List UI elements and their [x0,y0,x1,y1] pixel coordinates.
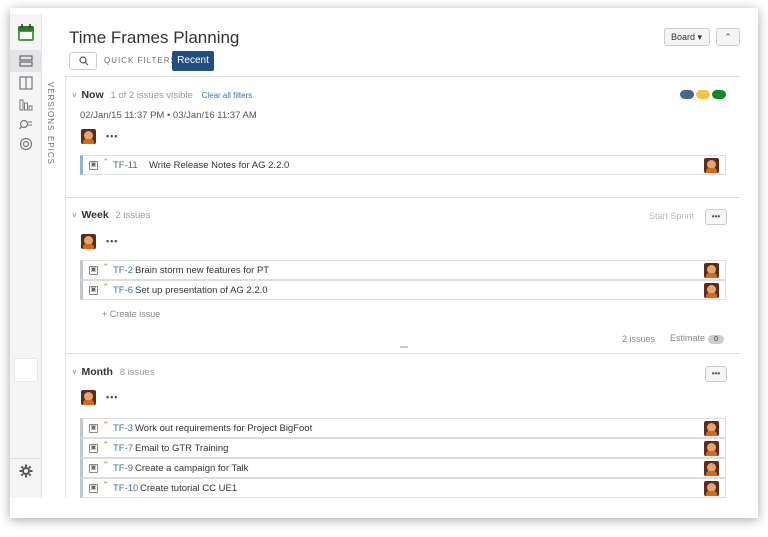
avatar [704,461,719,476]
more-dots[interactable]: ••• [106,392,118,402]
search-icon [79,56,89,66]
collapse-button[interactable]: ⌃ [716,28,740,46]
board-dropdown[interactable]: Board ▾ [664,28,710,46]
section-name: Week [81,209,109,221]
avatar[interactable] [81,234,96,249]
nav-placeholder-box [14,358,38,382]
section-count: 2 issues [115,210,151,221]
side-tabs: VERSIONS EPICS [42,76,66,498]
avatar [704,283,719,298]
avatar [704,158,719,173]
quick-filter-recent[interactable]: Recent [172,51,214,71]
task-icon: ▣ [89,464,98,473]
issue-key[interactable]: TF-6 [113,285,133,296]
issue-row-tf-2[interactable]: ▣ ⌃ TF-2 Brain storm new features for PT [80,260,726,280]
issue-key[interactable]: TF-10 [113,483,138,494]
section-week-header[interactable]: ˅ Week 2 issues [72,209,150,221]
avatar [704,421,719,436]
more-dots[interactable]: ••• [106,131,118,141]
issue-summary: Write Release Notes for AG 2.2.0 [149,160,290,171]
task-icon: ▣ [89,484,98,493]
issue-key[interactable]: TF-3 [113,423,133,434]
backlog-panel: ˅ Now 1 of 2 issues visible Clear all fi… [66,76,740,498]
section-month-header[interactable]: ˅ Month 8 issues [72,366,155,378]
clear-filters-link[interactable]: Clear all filters [202,91,253,100]
priority-icon: ⌃ [102,282,110,292]
estimate-label: Estimate [670,333,706,343]
sprint-estimate: Estimate 0 [670,333,725,344]
section-name: Now [81,89,104,101]
avatar [704,441,719,456]
task-icon: ▣ [89,286,98,295]
issue-summary: Brain storm new features for PT [135,265,270,276]
task-icon: ▣ [89,424,98,433]
issue-row-tf-9[interactable]: ▣ ⌃ TF-9 Create a campaign for Talk [80,458,726,478]
priority-icon: ⌃ [102,440,110,450]
task-icon: ▣ [89,266,98,275]
section-more-button[interactable]: ••• [705,209,727,225]
issue-summary: Email to GTR Training [135,443,229,454]
section-count: 1 of 2 issues visible [110,90,193,101]
tab-epics[interactable]: EPICS [46,136,55,165]
issue-summary: Create tutorial CC UE1 [140,483,238,494]
issue-key[interactable]: TF-7 [113,443,133,454]
issue-row-tf-6[interactable]: ▣ ⌃ TF-6 Set up presentation of AG 2.2.0 [80,280,726,300]
priority-icon: ⌃ [102,157,110,167]
page-title: Time Frames Planning [69,28,240,47]
status-pill-blue [680,90,694,99]
resize-handle[interactable] [400,346,408,348]
chevron-down-icon[interactable]: ˅ [72,368,77,377]
avatar[interactable] [81,390,96,405]
chevron-down-icon[interactable]: ˅ [72,211,77,220]
section-month: ˅ Month 8 issues ••• ••• ▣ ⌃ TF-3 Work o… [66,353,740,498]
search-icon[interactable] [19,117,33,131]
priority-icon: ⌃ [102,460,110,470]
avatar [704,263,719,278]
priority-icon: ⌃ [102,480,110,490]
start-sprint-button[interactable]: Start Sprint [649,211,694,221]
issue-row-tf-3[interactable]: ▣ ⌃ TF-3 Work out requirements for Proje… [80,418,726,438]
left-nav [10,14,42,498]
issue-row-tf-7[interactable]: ▣ ⌃ TF-7 Email to GTR Training [80,438,726,458]
calendar-icon[interactable] [17,24,35,42]
more-dots[interactable]: ••• [106,236,118,246]
issue-row-tf-10[interactable]: ▣ ⌃ TF-10 Create tutorial CC UE1 [80,478,726,498]
nav-divider [10,458,42,459]
issue-summary: Work out requirements for Project BigFoo… [135,423,313,434]
task-icon: ▣ [89,444,98,453]
priority-icon: ⌃ [102,420,110,430]
gear-icon[interactable] [19,464,33,478]
create-issue-link[interactable]: + Create issue [102,309,160,319]
avatar [704,481,719,496]
issue-key[interactable]: TF-9 [113,463,133,474]
tab-versions[interactable]: VERSIONS [46,82,55,131]
chevron-down-icon[interactable]: ˅ [72,91,77,100]
issue-row-tf-11[interactable]: ▣ ⌃ TF-11 Write Release Notes for AG 2.2… [80,155,726,175]
section-week: ˅ Week 2 issues Start Sprint ••• ••• ▣ ⌃… [66,197,740,353]
sprint-issue-count: 2 issues [622,334,656,344]
search-input[interactable] [69,52,97,70]
status-pill-yellow [696,90,710,99]
issue-key[interactable]: TF-2 [113,265,133,276]
avatar[interactable] [81,129,96,144]
quick-filters-label: QUICK FILTERS: [104,56,181,65]
sprint-dates: 02/Jan/15 11:37 PM • 03/Jan/16 11:37 AM [80,110,257,121]
section-more-button[interactable]: ••• [705,366,727,382]
issue-key[interactable]: TF-11 [113,160,138,171]
estimate-badge: 0 [708,335,725,344]
priority-icon: ⌃ [102,262,110,272]
task-icon: ▣ [89,161,98,170]
status-pill-green [712,90,726,99]
section-now-header[interactable]: ˅ Now 1 of 2 issues visible Clear all fi… [72,89,252,101]
backlog-icon[interactable] [19,54,33,68]
components-icon[interactable] [19,137,33,151]
reports-icon[interactable] [19,97,33,111]
issue-summary: Set up presentation of AG 2.2.0 [135,285,268,296]
board-icon[interactable] [19,76,33,90]
section-name: Month [81,366,113,378]
section-count: 8 issues [119,367,155,378]
issue-summary: Create a campaign for Talk [135,463,249,474]
